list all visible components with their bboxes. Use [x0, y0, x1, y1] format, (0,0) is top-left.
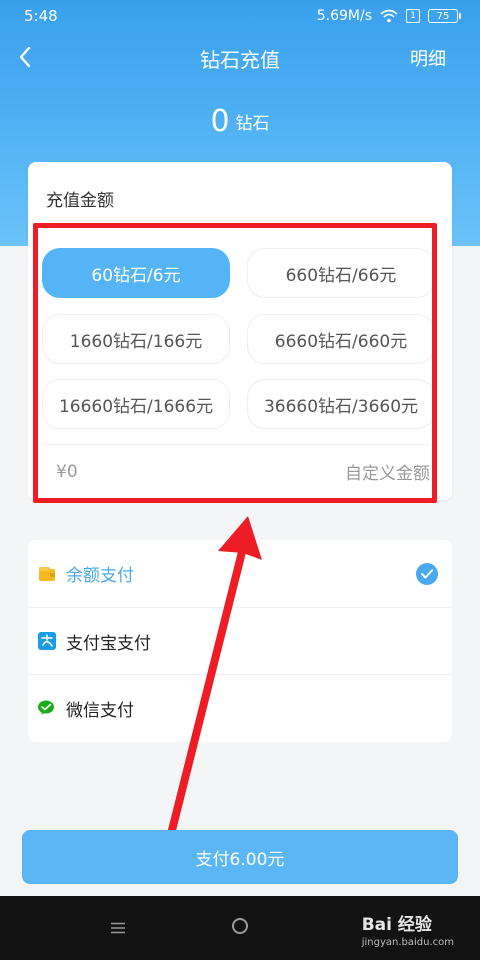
- payment-method-label: 支付宝支付: [66, 633, 151, 654]
- home-icon[interactable]: [232, 918, 248, 934]
- wechat-icon: [38, 700, 54, 715]
- payment-methods-card: 余额支付 支付宝支付 微信支付: [28, 540, 452, 742]
- status-bar: 5:48 5.69M/s 1 75: [0, 0, 480, 32]
- balance-amount: 0: [210, 104, 230, 139]
- nav-bar: 钻石充值 明细: [0, 32, 480, 82]
- payment-method-balance[interactable]: 余额支付: [28, 540, 452, 607]
- wallet-icon: [39, 566, 55, 581]
- menu-icon[interactable]: [110, 922, 126, 934]
- recharge-title: 充值金额: [46, 191, 114, 211]
- payment-method-wechat[interactable]: 微信支付: [28, 674, 452, 741]
- diamond-balance: 0 钻石: [0, 104, 480, 139]
- watermark-url: jingyan.baidu.com: [361, 937, 454, 948]
- system-navigation-bar: Bai 经验 jingyan.baidu.com: [0, 896, 480, 960]
- watermark: Bai 经验 jingyan.baidu.com: [362, 910, 454, 948]
- payment-method-label: 余额支付: [66, 566, 134, 586]
- network-speed: 5.69M/s: [316, 8, 372, 24]
- payment-method-label: 微信支付: [66, 700, 134, 721]
- status-indicators: 5.69M/s 1 75: [316, 8, 461, 24]
- watermark-brand: Bai 经验: [361, 915, 432, 935]
- check-icon: [416, 562, 438, 585]
- status-time: 5:48: [24, 7, 58, 25]
- wifi-icon: [380, 9, 398, 23]
- alipay-icon: [38, 632, 56, 650]
- sim-icon: 1: [406, 9, 420, 23]
- highlight-annotation-box: [33, 223, 437, 503]
- balance-unit: 钻石: [235, 114, 270, 134]
- pay-button[interactable]: 支付6.00元: [22, 830, 458, 884]
- page-title: 钻石充值: [200, 48, 280, 72]
- battery-icon: 75: [428, 9, 461, 23]
- payment-method-alipay[interactable]: 支付宝支付: [28, 607, 452, 674]
- detail-link[interactable]: 明细: [410, 45, 446, 71]
